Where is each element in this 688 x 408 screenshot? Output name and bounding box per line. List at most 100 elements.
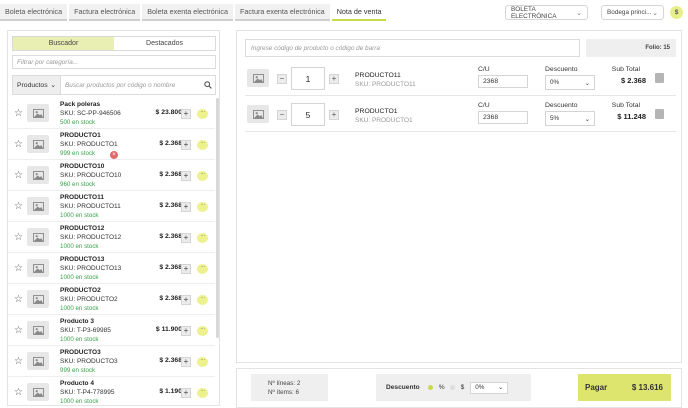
add-to-cart-button[interactable]: + [181, 233, 191, 243]
tab-factura-electronica[interactable]: Factura electrónica [69, 4, 141, 21]
search-icon[interactable] [201, 76, 215, 94]
more-options-icon[interactable]: ··· [197, 233, 208, 243]
tab-boleta-exenta[interactable]: Boleta exenta electrónica [142, 4, 233, 21]
product-price: $ 2.368 [159, 233, 182, 240]
subtotal-label: Sub Total [611, 102, 640, 109]
more-options-icon[interactable]: ··· [197, 295, 208, 305]
product-search-input[interactable]: Buscar productos por código o nombre [61, 76, 201, 94]
product-name: PRODUCTO2 [60, 287, 101, 294]
product-row[interactable]: ☆ PRODUCTO1 SKU: PRODUCTO1 999 en stock $ 2.… [8, 129, 215, 160]
star-icon[interactable]: ☆ [14, 388, 23, 398]
search-scope-select[interactable]: Productos ⌄ [13, 76, 61, 94]
product-row[interactable]: ☆ PRODUCTO2 SKU: PRODUCTO2 1000 en stock $ 2… [8, 284, 215, 315]
tab-nota-de-venta[interactable]: Nota de venta [331, 4, 387, 21]
more-options-icon[interactable]: ··· [197, 140, 208, 150]
product-code-input[interactable]: Ingrese código de producto o código de b… [245, 39, 580, 57]
product-row[interactable]: ☆ PRODUCTO13 SKU: PRODUCTO13 1000 en stock $… [8, 253, 215, 284]
product-sku: SKU: PRODUCTO2 [60, 296, 118, 303]
product-row[interactable]: ☆ Producto 3 SKU: T-P3-69985 1000 en stock $… [8, 315, 215, 346]
more-options-icon[interactable]: ··· [197, 388, 208, 398]
image-placeholder-icon [27, 104, 49, 122]
segment-destacados[interactable]: Destacados [114, 37, 215, 50]
cart-panel: Ingrese código de producto o código de b… [236, 30, 682, 363]
more-options-icon[interactable]: ··· [197, 171, 208, 181]
dollar-symbol: $ [460, 384, 465, 391]
product-stock: 1000 en stock [60, 212, 99, 219]
product-row[interactable]: ☆ PRODUCTO11 SKU: PRODUCTO11 1000 en stock $… [8, 191, 215, 222]
category-filter-input[interactable]: Filtrar por categoría... [12, 55, 216, 69]
star-icon[interactable]: ☆ [14, 140, 23, 150]
add-to-cart-button[interactable]: + [181, 295, 191, 305]
star-icon[interactable]: ☆ [14, 171, 23, 181]
increase-quantity-button[interactable]: + [329, 73, 339, 84]
tab-factura-exenta[interactable]: Factura exenta electrónica [234, 4, 330, 21]
unit-price-input[interactable]: 2368 [478, 75, 528, 88]
add-to-cart-button[interactable]: + [181, 357, 191, 367]
product-search-panel: Buscador Destacados Filtrar por categorí… [7, 30, 220, 406]
cart-product-sku: SKU: PRODUCTO11 [355, 81, 416, 88]
global-discount-select[interactable]: 0% ⌄ [470, 381, 509, 394]
star-icon[interactable]: ☆ [14, 109, 23, 119]
quantity-input[interactable]: 1 [291, 67, 325, 90]
product-price: $ 1.190 [159, 388, 182, 395]
add-to-cart-button[interactable]: + [181, 264, 191, 274]
product-price: $ 23.800 [155, 109, 182, 116]
more-options-icon[interactable]: ··· [197, 264, 208, 274]
search-scope-value: Productos [17, 81, 48, 89]
star-icon[interactable]: ☆ [14, 357, 23, 367]
product-row[interactable]: ☆ PRODUCTO3 SKU: PRODUCTO3 999 en stock $ 2.… [8, 346, 215, 377]
subtotal-label: Sub Total [611, 66, 640, 73]
star-icon[interactable]: ☆ [14, 233, 23, 243]
product-row[interactable]: ☆ PRODUCTO12 SKU: PRODUCTO12 1000 en stock $… [8, 222, 215, 253]
image-placeholder-icon [27, 321, 49, 339]
product-stock: 999 en stock [60, 150, 96, 157]
add-to-cart-button[interactable]: + [181, 326, 191, 336]
star-icon[interactable]: ☆ [14, 264, 23, 274]
star-icon[interactable]: ☆ [14, 295, 23, 305]
product-stock: 1000 en stock [60, 336, 99, 343]
unit-price-input[interactable]: 2368 [478, 111, 528, 124]
more-options-icon[interactable]: ··· [197, 357, 208, 367]
more-options-icon[interactable]: ··· [197, 109, 208, 119]
product-list-scrollbar[interactable] [216, 98, 219, 338]
image-placeholder-icon [27, 197, 49, 215]
star-icon[interactable]: ☆ [14, 326, 23, 336]
warehouse-select[interactable]: Bodega princi... ⌄ [601, 5, 664, 20]
document-type-select[interactable]: BOLETA ELECTRÓNICA ⌄ [505, 5, 588, 20]
quantity-input[interactable]: 5 [291, 103, 325, 126]
more-options-icon[interactable]: ··· [197, 202, 208, 212]
decrease-quantity-button[interactable]: − [277, 109, 287, 120]
discount-label: Descuento [545, 102, 578, 109]
decrease-quantity-button[interactable]: − [277, 73, 287, 84]
line-subtotal: $ 2.368 [620, 76, 646, 85]
product-row[interactable]: ☆ PRODUCTO10 SKU: PRODUCTO10 960 en stock $ … [8, 160, 215, 191]
tab-boleta-electronica[interactable]: Boleta electrónica [0, 4, 68, 21]
add-to-cart-button[interactable]: + [181, 140, 191, 150]
percent-symbol: % [438, 384, 445, 391]
product-name: PRODUCTO3 [60, 349, 101, 356]
product-row[interactable]: ☆ Pack poleras SKU: SC-PP-946506 500 en sto… [8, 98, 215, 129]
image-placeholder-icon [27, 259, 49, 277]
add-to-cart-button[interactable]: + [181, 388, 191, 398]
more-options-icon[interactable]: ··· [197, 326, 208, 336]
star-icon[interactable]: ☆ [14, 202, 23, 212]
pay-button[interactable]: Pagar $ 13.616 [578, 374, 671, 401]
product-stock: 1000 en stock [60, 274, 99, 281]
currency-button[interactable]: $ [670, 6, 683, 19]
checkout-bar: Nº líneas: 2 Nº ítems: 6 Descuento % $ 0… [236, 368, 682, 408]
remove-badge-icon[interactable]: × [110, 151, 118, 159]
add-to-cart-button[interactable]: + [181, 202, 191, 212]
add-to-cart-button[interactable]: + [181, 171, 191, 181]
line-discount-select[interactable]: 0% ⌄ [545, 75, 595, 90]
segment-buscador[interactable]: Buscador [13, 37, 114, 50]
product-sku: SKU: PRODUCTO13 [60, 265, 122, 272]
product-price: $ 2.368 [159, 171, 182, 178]
line-discount-select[interactable]: 5% ⌄ [545, 111, 595, 126]
product-row[interactable]: ☆ Producto 4 SKU: T-P4-778995 1000 en stock… [8, 377, 215, 405]
percent-radio[interactable] [427, 385, 433, 390]
trash-icon[interactable] [655, 73, 664, 83]
increase-quantity-button[interactable]: + [329, 109, 339, 120]
add-to-cart-button[interactable]: + [181, 109, 191, 119]
amount-radio[interactable] [449, 385, 455, 390]
trash-icon[interactable] [655, 109, 664, 119]
